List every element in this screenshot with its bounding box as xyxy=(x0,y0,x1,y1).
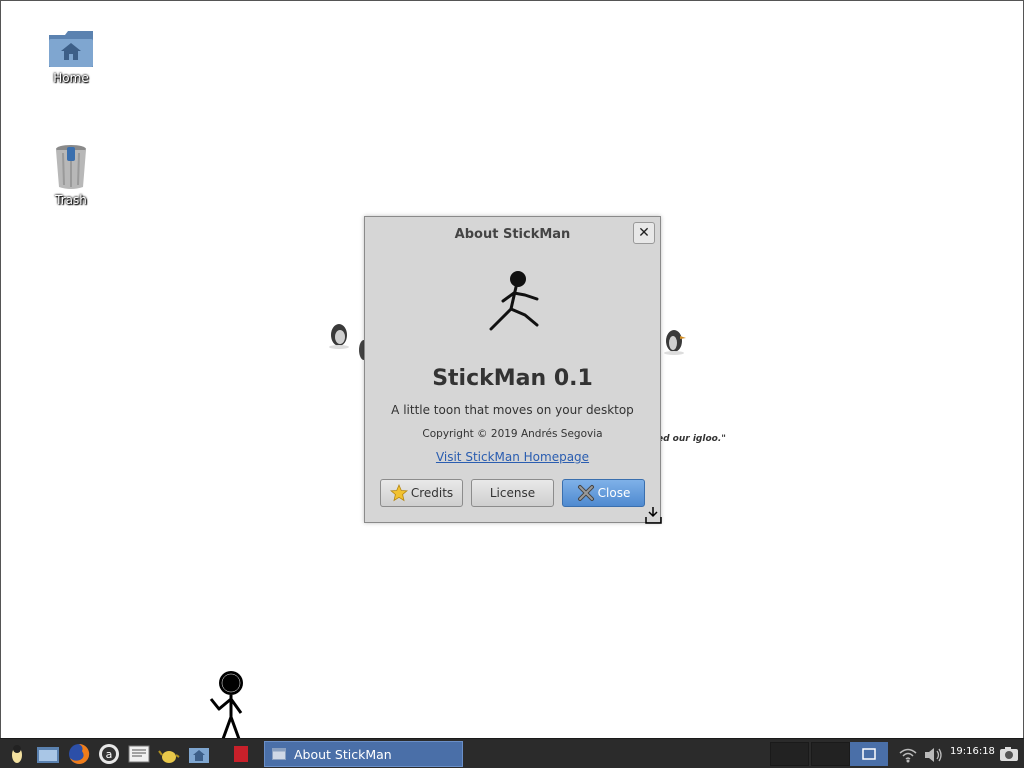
teapot-icon xyxy=(158,750,180,763)
home-folder-icon xyxy=(49,31,93,67)
desktop-icon-trash[interactable]: Trash xyxy=(26,143,116,207)
penguin-wallpaper-left xyxy=(329,324,349,349)
launcher-file-manager[interactable] xyxy=(36,743,60,765)
start-menu-button[interactable] xyxy=(5,743,29,765)
penguin-menu-icon xyxy=(12,745,22,763)
wifi-icon[interactable] xyxy=(899,747,917,763)
mouse-cursor-icon xyxy=(645,507,662,524)
launcher-firefox[interactable] xyxy=(67,743,91,765)
screenshot-icon[interactable] xyxy=(999,746,1019,762)
close-x-icon xyxy=(577,485,594,501)
trash-icon xyxy=(56,145,86,189)
window-icon xyxy=(272,748,286,760)
launcher-utility[interactable] xyxy=(157,743,181,765)
taskbar: a About StickMan 19:16:18 xyxy=(0,738,1024,768)
desktop-icon-home[interactable]: Home xyxy=(26,29,116,85)
app-description: A little toon that moves on your desktop xyxy=(391,403,634,417)
license-button[interactable]: License xyxy=(471,479,554,507)
svg-text:a: a xyxy=(106,748,113,761)
close-button-label: Close xyxy=(597,486,631,500)
homepage-link[interactable]: Visit StickMan Homepage xyxy=(365,450,660,464)
stickman-character-icon xyxy=(209,671,243,738)
close-icon: ✕ xyxy=(638,225,650,241)
desktop-square-icon xyxy=(862,748,876,760)
launcher-abiword[interactable]: a xyxy=(97,743,121,765)
clock[interactable]: 19:16:18 xyxy=(950,746,995,757)
home-icon xyxy=(189,748,209,763)
about-dialog: About StickMan ✕ StickMan 0.1 A little t… xyxy=(364,216,661,523)
dialog-title: About StickMan xyxy=(454,227,571,242)
abiword-icon: a xyxy=(99,744,119,764)
desktop-icon-label: Home xyxy=(53,71,89,85)
dialog-close-icon-button[interactable]: ✕ xyxy=(633,222,655,244)
app-name: StickMan 0.1 xyxy=(432,366,593,391)
red-app-icon xyxy=(234,746,248,762)
credits-button[interactable]: Credits xyxy=(380,479,463,507)
close-button[interactable]: Close xyxy=(562,479,645,507)
star-icon xyxy=(389,484,408,502)
firefox-icon xyxy=(69,743,90,764)
credits-button-label: Credits xyxy=(410,486,454,500)
desktop: Home Trash ed our igloo." About StickMan… xyxy=(0,0,1024,738)
launcher-home[interactable] xyxy=(187,743,211,765)
taskbar-window-about-stickman[interactable]: About StickMan xyxy=(264,741,463,767)
folder-icon xyxy=(37,747,59,763)
workspace-1[interactable] xyxy=(770,742,809,766)
wallpaper-caption: ed our igloo." xyxy=(657,434,726,444)
workspace-pager[interactable] xyxy=(770,742,850,766)
taskbar-window-label: About StickMan xyxy=(294,746,392,762)
document-icon xyxy=(128,745,150,763)
stickman-logo-icon xyxy=(489,271,539,331)
penguin-wallpaper-right xyxy=(664,330,686,355)
launcher-media[interactable] xyxy=(229,743,253,765)
workspace-2[interactable] xyxy=(811,742,850,766)
app-copyright: Copyright © 2019 Andrés Segovia xyxy=(422,428,603,440)
show-desktop-button[interactable] xyxy=(850,742,888,766)
launcher-text-editor[interactable] xyxy=(127,743,151,765)
volume-icon[interactable] xyxy=(924,747,944,763)
desktop-icon-label: Trash xyxy=(55,193,87,207)
license-button-label: License xyxy=(489,486,536,500)
